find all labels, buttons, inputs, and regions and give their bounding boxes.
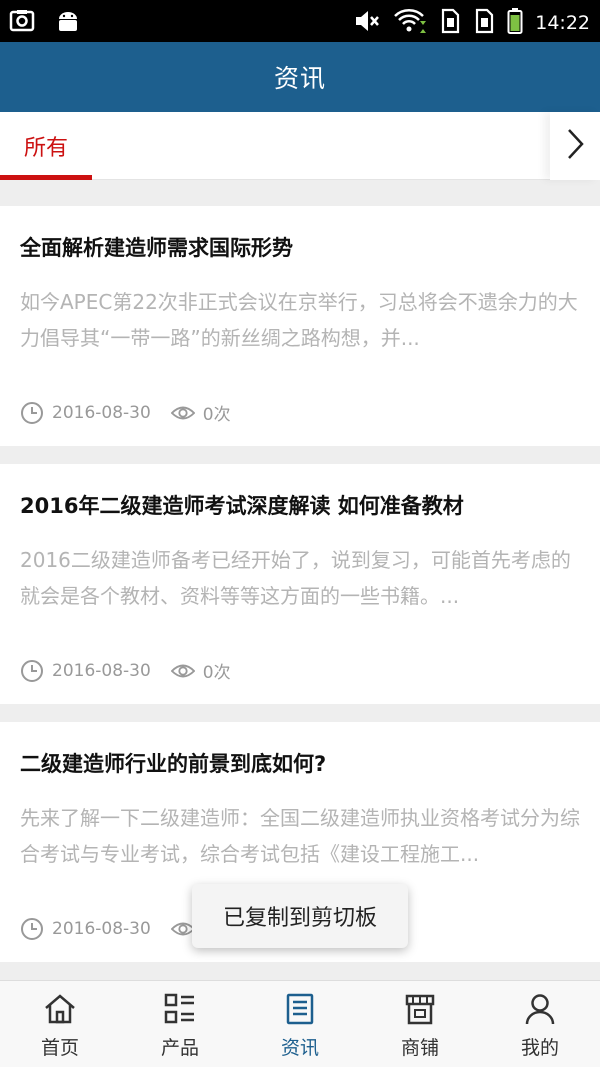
news-view-count: 0次 [202, 663, 231, 683]
nav-home[interactable]: 首页 [0, 981, 120, 1067]
news-summary: 先来了解一下二级建造师：全国二级建造师执业资格考试分为综合考试与专业考试，综合考… [20, 806, 580, 866]
news-views: 0次 [170, 658, 231, 683]
product-list-icon [162, 991, 198, 1027]
android-icon [54, 7, 82, 39]
nav-shop[interactable]: 商铺 [360, 981, 480, 1067]
battery-icon [507, 7, 523, 39]
wifi-icon [393, 7, 427, 39]
news-title: 二级建造师行业的前景到底如何? [20, 752, 327, 776]
news-views: 0次 [170, 400, 231, 425]
news-title: 2016年二级建造师考试深度解读 如何准备教材 [20, 494, 464, 518]
news-meta: 2016-08-30 0次 [20, 658, 231, 683]
nav-mine[interactable]: 我的 [480, 981, 600, 1067]
tab-all[interactable]: 所有 [0, 112, 92, 180]
toast-message: 已复制到剪切板 [192, 884, 408, 948]
clock-icon [20, 401, 44, 425]
tab-active-indicator [0, 175, 92, 180]
news-view-count: 0次 [202, 405, 231, 425]
eye-icon [170, 401, 195, 425]
news-card[interactable]: 全面解析建造师需求国际形势 如今APEC第22次非正式会议在京举行，习总将会不遗… [0, 206, 600, 446]
clock: 14:22 [535, 12, 590, 34]
clock-icon [20, 659, 44, 683]
clock-icon [20, 917, 44, 941]
news-date: 2016-08-30 [52, 402, 151, 423]
news-icon [282, 991, 318, 1027]
screenshot-icon [8, 7, 36, 39]
mute-icon [353, 7, 381, 39]
bottom-nav: 首页 产品 资讯 商铺 我的 [0, 980, 600, 1067]
news-title: 全面解析建造师需求国际形势 [20, 236, 293, 260]
news-date: 2016-08-30 [52, 918, 151, 939]
category-tabs: 所有 [0, 112, 600, 180]
news-card[interactable]: 2016年二级建造师考试深度解读 如何准备教材 2016二级建造师备考已经开始了… [0, 464, 600, 704]
eye-icon [170, 659, 195, 683]
home-icon [42, 991, 78, 1027]
shop-icon [402, 991, 438, 1027]
nav-products-label: 产品 [160, 1037, 199, 1059]
app-header: 资讯 [0, 42, 600, 112]
status-bar: 14:22 [0, 0, 600, 42]
tabs-more-button[interactable] [550, 112, 600, 180]
news-date: 2016-08-30 [52, 660, 151, 681]
nav-products[interactable]: 产品 [120, 981, 240, 1067]
news-meta: 2016-08-30 0次 [20, 400, 231, 425]
news-summary: 如今APEC第22次非正式会议在京举行，习总将会不遗余力的大力倡导其“一带一路”… [20, 290, 578, 350]
sim1-icon [439, 7, 461, 39]
user-icon [522, 991, 558, 1027]
chevron-right-icon [564, 127, 586, 165]
nav-news[interactable]: 资讯 [240, 981, 360, 1067]
nav-home-label: 首页 [40, 1037, 79, 1059]
nav-news-label: 资讯 [280, 1037, 319, 1059]
page-title: 资讯 [273, 64, 326, 93]
news-summary: 2016二级建造师备考已经开始了，说到复习，可能首先考虑的就会是各个教材、资料等… [20, 548, 571, 608]
nav-shop-label: 商铺 [400, 1037, 439, 1059]
sim2-icon [473, 7, 495, 39]
tab-all-label: 所有 [23, 136, 68, 161]
nav-mine-label: 我的 [520, 1037, 559, 1059]
